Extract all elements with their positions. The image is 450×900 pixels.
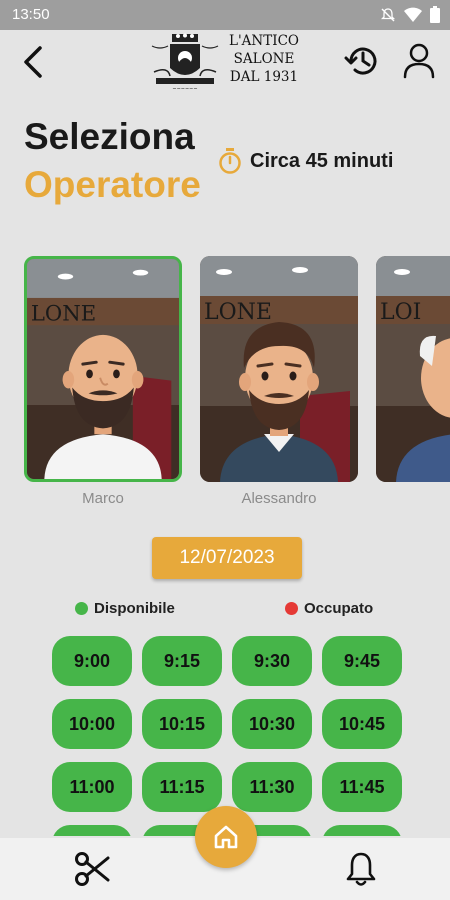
services-nav-button[interactable] — [74, 850, 112, 888]
logo-line-1: L'ANTICO — [229, 33, 299, 49]
operator-avatar-marco: LONE — [27, 259, 179, 479]
estimated-duration: Circa 45 minuti — [218, 148, 393, 174]
busy-dot — [285, 602, 298, 615]
operator-avatar-3: LOI — [376, 256, 450, 482]
operator-photo-frame[interactable]: LONE — [24, 256, 182, 482]
time-slot[interactable]: 11:15 — [142, 762, 222, 812]
legend-busy-label: Occupato — [304, 600, 374, 617]
wifi-icon — [404, 7, 422, 28]
time-slot[interactable]: 10:45 — [322, 699, 402, 749]
mute-icon — [380, 7, 396, 28]
time-slot[interactable]: 11:00 — [52, 762, 132, 812]
page-title-line-2: Operatore — [24, 164, 201, 205]
salon-logo: ~~~~~~ L'ANTICO SALONE DAL 1931 — [150, 30, 310, 94]
time-slot[interactable]: 9:45 — [322, 636, 402, 686]
time-slot[interactable]: 11:45 — [322, 762, 402, 812]
operator-card-alessandro[interactable]: LONE Alessandro — [200, 256, 358, 507]
time-slot[interactable]: 9:00 — [52, 636, 132, 686]
operator-name: Marco — [82, 490, 124, 507]
time-slot[interactable]: 9:15 — [142, 636, 222, 686]
time-slot[interactable] — [52, 825, 132, 836]
arrow-left-icon — [24, 46, 42, 78]
operator-card-3[interactable]: LOI — [376, 256, 450, 490]
time-slot[interactable]: 9:30 — [232, 636, 312, 686]
operator-avatar-alessandro: LONE — [200, 256, 358, 482]
bell-icon — [346, 852, 376, 886]
svg-text:LONE: LONE — [204, 300, 272, 325]
svg-text:~~~~~~: ~~~~~~ — [172, 86, 197, 92]
timer-icon — [219, 148, 241, 174]
duration-text: Circa 45 minuti — [250, 149, 394, 172]
status-bar: 13:50 — [0, 0, 450, 30]
time-slot[interactable]: 11:30 — [232, 762, 312, 812]
svg-text:LONE: LONE — [31, 301, 96, 326]
time-slot[interactable]: 10:15 — [142, 699, 222, 749]
time-slot[interactable] — [322, 825, 402, 836]
top-bar: ~~~~~~ L'ANTICO SALONE DAL 1931 — [0, 30, 450, 100]
logo-text: L'ANTICO SALONE DAL 1931 — [224, 32, 304, 86]
operator-carousel[interactable]: LONE Marco LONE Alessandro LOI — [24, 256, 450, 516]
status-icons — [380, 6, 440, 28]
page-title-line-1: Seleziona — [24, 116, 195, 157]
available-dot — [75, 602, 88, 615]
history-button[interactable] — [344, 42, 382, 80]
person-icon — [403, 43, 435, 79]
operator-photo-frame[interactable]: LONE — [200, 256, 358, 482]
operator-photo-frame[interactable]: LOI — [376, 256, 450, 482]
operator-card-marco[interactable]: LONE Marco — [24, 256, 182, 507]
scissors-icon — [75, 852, 110, 886]
home-nav-button[interactable] — [195, 806, 257, 868]
back-button[interactable] — [18, 44, 50, 80]
logo-emblem: ~~~~~~ — [151, 33, 219, 92]
notifications-nav-button[interactable] — [343, 850, 379, 888]
status-time: 13:50 — [12, 6, 50, 23]
history-icon — [344, 47, 377, 75]
legend-available-label: Disponibile — [94, 600, 175, 617]
legend-available: Disponibile — [75, 600, 175, 617]
home-icon — [214, 825, 238, 849]
date-picker-button[interactable]: 12/07/2023 — [152, 537, 302, 579]
time-slot[interactable]: 10:30 — [232, 699, 312, 749]
time-slot[interactable]: 10:00 — [52, 699, 132, 749]
operator-name: Alessandro — [241, 490, 317, 507]
svg-text:LOI: LOI — [380, 300, 421, 325]
logo-line-2: SALONE — [233, 51, 295, 67]
battery-icon — [430, 6, 440, 28]
profile-button[interactable] — [402, 42, 436, 80]
logo-line-3: DAL 1931 — [229, 69, 299, 85]
legend-busy: Occupato — [285, 600, 373, 617]
